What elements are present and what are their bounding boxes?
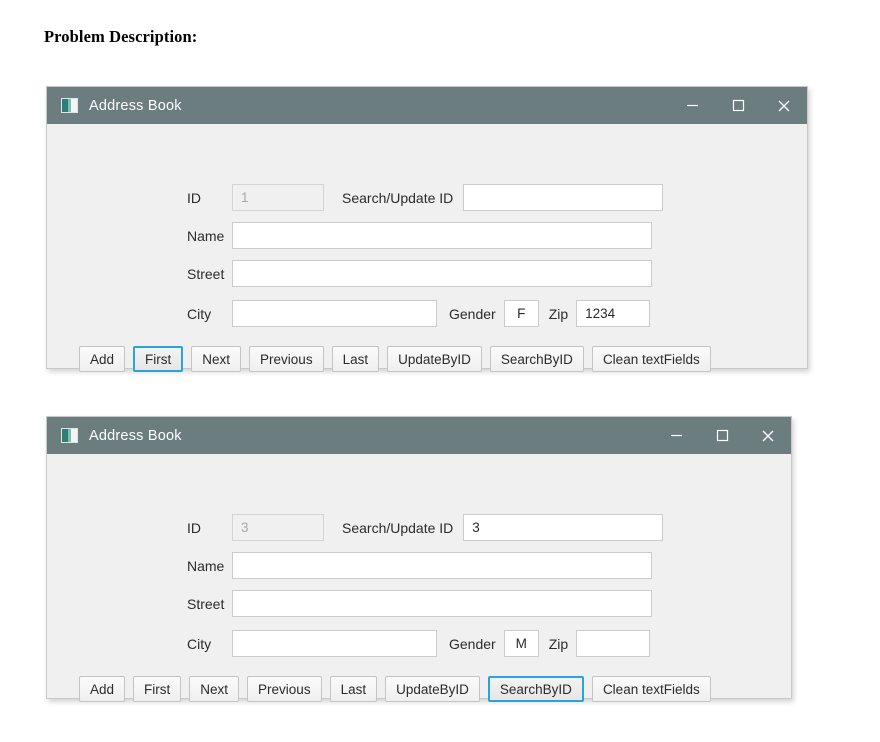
street-input[interactable]	[232, 260, 652, 287]
name-input[interactable]	[232, 552, 652, 579]
zip-label: Zip	[548, 635, 569, 652]
id-field: 1	[232, 184, 324, 211]
street-row: Street	[187, 260, 652, 287]
button-bar: Add First Next Previous Last UpdateByID …	[79, 676, 711, 702]
minimize-icon[interactable]	[653, 417, 699, 454]
window-titlebar[interactable]: Address Book	[47, 417, 791, 454]
street-input[interactable]	[232, 590, 652, 617]
previous-button[interactable]: Previous	[247, 676, 322, 702]
page-title: Problem Description:	[44, 27, 198, 46]
gender-label: Gender	[449, 635, 496, 652]
city-label: City	[187, 305, 212, 322]
clean-textfields-button[interactable]: Clean textFields	[591, 346, 711, 372]
street-label: Street	[187, 265, 225, 282]
last-button[interactable]: Last	[331, 346, 380, 372]
city-gender-zip-row: City Gender M Zip	[187, 630, 651, 657]
add-button[interactable]: Add	[79, 346, 126, 372]
address-book-window-1: Address Book ID 1 Search/Update ID Name …	[46, 86, 808, 372]
search-by-id-button[interactable]: SearchByID	[487, 676, 584, 702]
name-label: Name	[187, 557, 225, 574]
address-book-window-2: Address Book ID 3 Search/Update ID 3 Nam…	[46, 416, 792, 702]
window-title: Address Book	[89, 97, 182, 114]
app-icon	[61, 98, 78, 113]
button-bar: Add First Next Previous Last UpdateByID …	[79, 346, 711, 372]
id-row: ID 1 Search/Update ID	[187, 184, 664, 211]
window-titlebar[interactable]: Address Book	[47, 87, 807, 124]
window-title: Address Book	[89, 427, 182, 444]
id-label: ID	[187, 519, 201, 536]
maximize-icon[interactable]	[699, 417, 745, 454]
maximize-icon[interactable]	[715, 87, 761, 124]
name-input[interactable]	[232, 222, 652, 249]
search-update-id-input[interactable]: 3	[463, 514, 664, 541]
street-row: Street	[187, 590, 652, 617]
last-button[interactable]: Last	[329, 676, 378, 702]
city-input[interactable]	[232, 300, 437, 327]
next-button[interactable]: Next	[189, 676, 240, 702]
window-body: ID 3 Search/Update ID 3 Name Street City…	[47, 454, 791, 702]
window-controls	[669, 87, 807, 124]
city-gender-zip-row: City Gender F Zip 1234	[187, 300, 651, 327]
id-label: ID	[187, 189, 201, 206]
add-button[interactable]: Add	[79, 676, 126, 702]
next-button[interactable]: Next	[191, 346, 242, 372]
zip-label: Zip	[548, 305, 569, 322]
id-row: ID 3 Search/Update ID 3	[187, 514, 664, 541]
gender-input[interactable]: M	[503, 630, 539, 657]
zip-input[interactable]	[576, 630, 651, 657]
previous-button[interactable]: Previous	[249, 346, 324, 372]
name-row: Name	[187, 552, 652, 579]
update-by-id-button[interactable]: UpdateByID	[385, 676, 480, 702]
search-update-id-label: Search/Update ID	[342, 519, 454, 536]
gender-label: Gender	[449, 305, 496, 322]
clean-textfields-button[interactable]: Clean textFields	[591, 676, 711, 702]
name-row: Name	[187, 222, 652, 249]
page-root: Problem Description: Address Book ID 1 S…	[0, 0, 880, 742]
update-by-id-button[interactable]: UpdateByID	[387, 346, 482, 372]
city-label: City	[187, 635, 212, 652]
window-controls	[653, 417, 791, 454]
search-update-id-input[interactable]	[463, 184, 664, 211]
close-icon[interactable]	[761, 87, 807, 124]
window-body: ID 1 Search/Update ID Name Street City G…	[47, 124, 807, 372]
gender-input[interactable]: F	[503, 300, 539, 327]
zip-input[interactable]: 1234	[576, 300, 651, 327]
app-icon	[61, 428, 78, 443]
search-by-id-button[interactable]: SearchByID	[489, 346, 584, 372]
minimize-icon[interactable]	[669, 87, 715, 124]
search-update-id-label: Search/Update ID	[342, 189, 454, 206]
first-button[interactable]: First	[133, 346, 184, 372]
id-field: 3	[232, 514, 324, 541]
close-icon[interactable]	[745, 417, 791, 454]
first-button[interactable]: First	[133, 676, 182, 702]
name-label: Name	[187, 227, 225, 244]
street-label: Street	[187, 595, 225, 612]
city-input[interactable]	[232, 630, 437, 657]
